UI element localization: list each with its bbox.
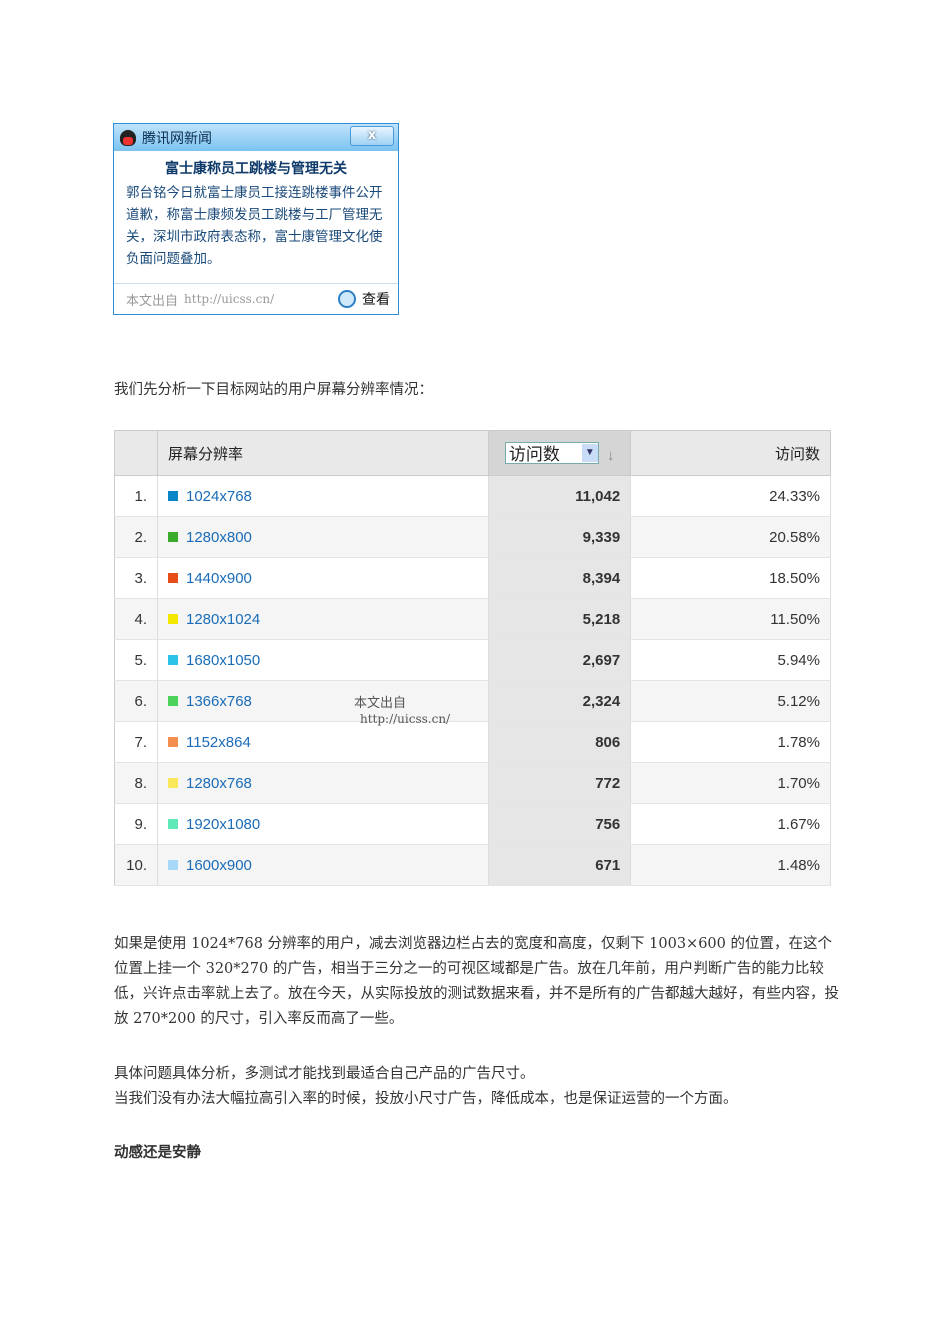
visits-cell: 5,218 xyxy=(488,598,632,640)
resolution-link[interactable]: 1366x768 xyxy=(186,693,252,710)
color-swatch-icon xyxy=(168,613,178,624)
sort-arrow-icon[interactable]: ↓ xyxy=(607,447,615,464)
row-index: 2. xyxy=(114,516,158,558)
color-swatch-icon xyxy=(168,777,178,788)
table-row: 9. 1920x1080 756 1.67% xyxy=(114,803,831,845)
row-index: 7. xyxy=(114,721,158,763)
source-url: http://uicss.cn/ xyxy=(184,292,275,306)
view-button[interactable]: 查看 xyxy=(338,289,390,309)
header-metric: 访问数 ▼ ↓ xyxy=(488,430,632,476)
resolution-link[interactable]: 1600x900 xyxy=(186,857,252,874)
metric-select-value: 访问数 xyxy=(508,445,560,465)
table-row: 3. 1440x900 8,394 18.50% xyxy=(114,557,831,599)
close-button[interactable]: x xyxy=(350,126,394,146)
table-row: 8. 1280x768 772 1.70% xyxy=(114,762,831,804)
color-swatch-icon xyxy=(168,531,178,542)
percent-cell: 1.67% xyxy=(630,803,831,845)
watermark-label: 本文出自 xyxy=(354,695,407,710)
resolution-link[interactable]: 1280x768 xyxy=(186,775,252,792)
resolution-cell: 1680x1050 xyxy=(157,639,490,681)
row-index: 6. xyxy=(114,680,158,722)
row-index: 8. xyxy=(114,762,158,804)
color-swatch-icon xyxy=(168,572,178,583)
color-swatch-icon xyxy=(168,859,178,870)
visits-cell: 2,324 xyxy=(488,680,632,722)
header-resolution: 屏幕分辨率 xyxy=(157,430,490,476)
source-label: 本文出自 xyxy=(126,293,179,309)
resolution-link[interactable]: 1680x1050 xyxy=(186,652,260,669)
table-row: 5. 1680x1050 2,697 5.94% xyxy=(114,639,831,681)
resolution-cell: 1280x768 xyxy=(157,762,490,804)
qq-penguin-icon xyxy=(120,129,136,146)
resolution-cell: 1600x900 xyxy=(157,844,490,886)
table-row: 4. 1280x1024 5,218 11.50% xyxy=(114,598,831,640)
paragraph-1: 如果是使用 1024*768 分辨率的用户，减去浏览器边栏占去的宽度和高度，仅剩… xyxy=(114,936,839,1027)
table-row: 7. 1152x864 806 1.78% xyxy=(114,721,831,763)
color-swatch-icon xyxy=(168,490,178,501)
percent-cell: 18.50% xyxy=(630,557,831,599)
resolution-link[interactable]: 1280x1024 xyxy=(186,611,260,628)
popup-app-name: 腾讯网新闻 xyxy=(142,130,212,147)
resolution-cell: 1280x1024 xyxy=(157,598,490,640)
metric-select[interactable]: 访问数 ▼ xyxy=(504,441,599,465)
percent-cell: 20.58% xyxy=(630,516,831,558)
row-index: 4. xyxy=(114,598,158,640)
color-swatch-icon xyxy=(168,695,178,706)
percent-cell: 24.33% xyxy=(630,475,831,517)
resolution-cell: 1280x800 xyxy=(157,516,490,558)
resolution-link[interactable]: 1280x800 xyxy=(186,529,252,546)
section-heading: 动感还是安静 xyxy=(114,1144,201,1161)
popup-headline[interactable]: 富士康称员工跳楼与管理无关 xyxy=(114,158,398,178)
popup-footer: 本文出自 http://uicss.cn/ 查看 xyxy=(114,283,398,314)
visits-cell: 806 xyxy=(488,721,632,763)
resolution-cell: 1440x900 xyxy=(157,557,490,599)
visits-cell: 756 xyxy=(488,803,632,845)
resolution-table: 屏幕分辨率 访问数 ▼ ↓ 访问数 1. 1024x768 11,042 24.3… xyxy=(114,430,831,886)
view-label: 查看 xyxy=(362,292,390,308)
color-swatch-icon xyxy=(168,818,178,829)
percent-cell: 5.94% xyxy=(630,639,831,681)
header-visits: 访问数 xyxy=(630,430,831,476)
resolution-cell: 1366x768 本文出自http://uicss.cn/ xyxy=(157,680,490,726)
magnifier-icon xyxy=(338,290,356,308)
row-index: 3. xyxy=(114,557,158,599)
paragraph-2: 具体问题具体分析，多测试才能找到最适合自己产品的广告尺寸。 xyxy=(114,1066,535,1082)
table-row: 10. 1600x900 671 1.48% xyxy=(114,844,831,886)
visits-cell: 772 xyxy=(488,762,632,804)
popup-titlebar: 腾讯网新闻 x xyxy=(114,124,398,151)
resolution-link[interactable]: 1152x864 xyxy=(186,734,251,751)
percent-cell: 5.12% xyxy=(630,680,831,722)
paragraph-3: 当我们没有办法大幅拉高引入率的时候，投放小尺寸广告，降低成本，也是保证运营的一个… xyxy=(114,1091,738,1107)
percent-cell: 11.50% xyxy=(630,598,831,640)
resolution-cell: 1024x768 xyxy=(157,475,490,517)
table-row: 6. 1366x768 本文出自http://uicss.cn/ 2,324 5.… xyxy=(114,680,831,726)
row-index: 5. xyxy=(114,639,158,681)
visits-cell: 8,394 xyxy=(488,557,632,599)
color-swatch-icon xyxy=(168,736,178,747)
intro-text: 我们先分析一下目标网站的用户屏幕分辨率情况： xyxy=(114,382,433,398)
resolution-link[interactable]: 1920x1080 xyxy=(186,816,260,833)
row-index: 1. xyxy=(114,475,158,517)
resolution-link[interactable]: 1440x900 xyxy=(186,570,252,587)
news-popup: 腾讯网新闻 x 富士康称员工跳楼与管理无关 郭台铭今日就富士康员工接连跳楼事件公… xyxy=(113,123,399,315)
table-row: 2. 1280x800 9,339 20.58% xyxy=(114,516,831,558)
chevron-down-icon: ▼ xyxy=(581,443,598,462)
table-row: 1. 1024x768 11,042 24.33% xyxy=(114,475,831,517)
resolution-cell: 1920x1080 xyxy=(157,803,490,845)
percent-cell: 1.78% xyxy=(630,721,831,763)
percent-cell: 1.48% xyxy=(630,844,831,886)
visits-cell: 11,042 xyxy=(488,475,632,517)
resolution-cell: 1152x864 xyxy=(157,721,490,763)
header-index xyxy=(114,430,158,476)
row-index: 10. xyxy=(114,844,158,886)
color-swatch-icon xyxy=(168,654,178,665)
row-index: 9. xyxy=(114,803,158,845)
popup-body: 郭台铭今日就富士康员工接连跳楼事件公开道歉，称富士康频发员工跳楼与工厂管理无关，… xyxy=(126,185,383,267)
visits-cell: 9,339 xyxy=(488,516,632,558)
percent-cell: 1.70% xyxy=(630,762,831,804)
visits-cell: 2,697 xyxy=(488,639,632,681)
resolution-link[interactable]: 1024x768 xyxy=(186,488,252,505)
visits-cell: 671 xyxy=(488,844,632,886)
